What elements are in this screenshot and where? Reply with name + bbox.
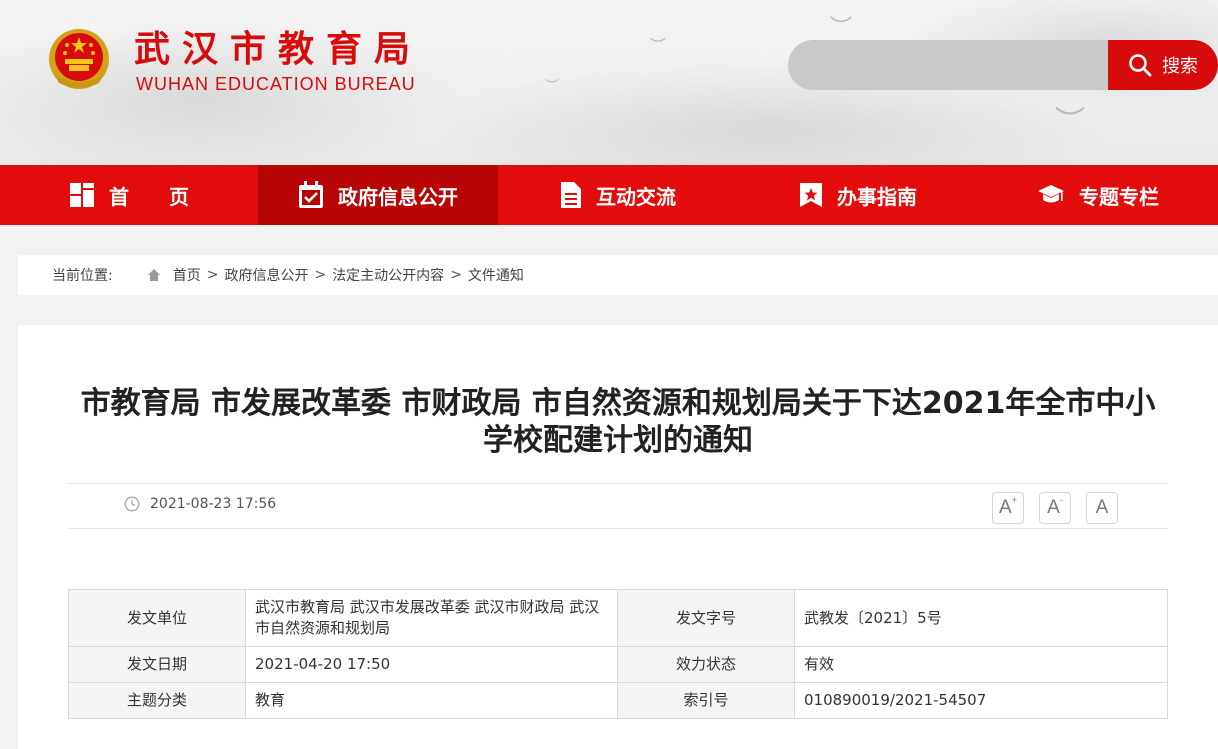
graduation-cap-icon (1038, 185, 1064, 203)
site-header: ︶ ︶ ︶ ︶ 武汉市教育局 WUHAN EDUCATION BUREAU 搜索 (0, 0, 1218, 165)
table-key: 发文单位 (68, 589, 246, 647)
bird-icon: ︶ (545, 79, 559, 95)
table-key: 效力状态 (617, 646, 795, 683)
nav-item-interaction[interactable]: 互动交流 (498, 165, 738, 225)
nav-label: 专题专栏 (1079, 184, 1159, 209)
search-button[interactable]: 搜索 (1108, 40, 1218, 90)
font-reset-button[interactable]: A (1086, 492, 1118, 524)
nav-label: 互动交流 (596, 184, 676, 209)
bird-icon: ︶ (1055, 105, 1085, 140)
font-increase-button[interactable]: A+ (992, 492, 1024, 524)
clock-icon (124, 496, 140, 512)
publish-date-text: 2021-08-23 17:56 (150, 496, 277, 512)
main-nav: 首 页 政府信息公开 互动交流 办事指南 专题专栏 (0, 165, 1218, 225)
bird-icon: ︶ (830, 16, 853, 41)
publish-date: 2021-08-23 17:56 (124, 496, 276, 512)
breadcrumb-separator: > (314, 267, 327, 283)
breadcrumb-link-notices[interactable]: 文件通知 (468, 265, 524, 285)
font-decrease-button[interactable]: A- (1039, 492, 1071, 524)
nav-label: 首 页 (109, 184, 189, 209)
breadcrumb-label: 当前位置: (52, 268, 113, 284)
table-value: 有效 (794, 646, 1168, 683)
search-input[interactable] (808, 48, 1098, 82)
document-icon (561, 182, 581, 208)
breadcrumb-link-gov-info[interactable]: 政府信息公开 (224, 265, 308, 285)
nav-item-guide[interactable]: 办事指南 (738, 165, 978, 225)
article-title: 市教育局 市发展改革委 市财政局 市自然资源和规划局关于下达2021年全市中小学… (80, 386, 1156, 458)
table-row: 发文日期 2021-04-20 17:50 效力状态 有效 (68, 646, 1168, 683)
table-value: 2021-04-20 17:50 (245, 646, 618, 683)
breadcrumb-separator: > (450, 267, 462, 283)
home-icon (147, 269, 160, 281)
document-info-table: 发文单位 武汉市教育局 武汉市发展改革委 武汉市财政局 武汉市自然资源和规划局 … (68, 589, 1168, 719)
table-key: 主题分类 (68, 682, 246, 719)
table-key: 发文日期 (68, 646, 246, 683)
site-subtitle: WUHAN EDUCATION BUREAU (136, 74, 416, 94)
table-key: 发文字号 (617, 589, 795, 647)
nav-item-home[interactable]: 首 页 (0, 165, 258, 225)
search-button-label: 搜索 (1162, 56, 1198, 77)
nav-item-special[interactable]: 专题专栏 (978, 165, 1218, 225)
breadcrumb: 当前位置: 首页 > 政府信息公开 > 法定主动公开内容 > 文件通知 (18, 255, 1218, 295)
table-row: 主题分类 教育 索引号 010890019/2021-54507 (68, 682, 1168, 719)
breadcrumb-link-home[interactable]: 首页 (173, 265, 201, 285)
table-value: 武汉市教育局 武汉市发展改革委 武汉市财政局 武汉市自然资源和规划局 (245, 589, 618, 647)
table-value: 武教发〔2021〕5号 (794, 589, 1168, 647)
nav-label: 政府信息公开 (338, 184, 458, 209)
bird-icon: ︶ (650, 36, 667, 55)
article-container: 市教育局 市发展改革委 市财政局 市自然资源和规划局关于下达2021年全市中小学… (18, 325, 1218, 749)
national-emblem-icon (49, 29, 109, 89)
bookmark-star-icon (800, 183, 822, 207)
nav-label: 办事指南 (837, 184, 917, 209)
calendar-check-icon (299, 181, 323, 208)
breadcrumb-separator: > (206, 267, 219, 283)
table-value: 010890019/2021-54507 (794, 682, 1168, 719)
table-value: 教育 (245, 682, 618, 719)
nav-item-gov-info[interactable]: 政府信息公开 (258, 165, 498, 225)
article-meta-bar: 2021-08-23 17:56 A+ A- A (68, 483, 1168, 529)
home-grid-icon (70, 183, 94, 207)
breadcrumb-link-statutory[interactable]: 法定主动公开内容 (332, 265, 444, 285)
table-row: 发文单位 武汉市教育局 武汉市发展改革委 武汉市财政局 武汉市自然资源和规划局 … (68, 589, 1168, 647)
search-icon (1129, 54, 1152, 77)
site-title: 武汉市教育局 (134, 28, 423, 70)
table-key: 索引号 (617, 682, 795, 719)
